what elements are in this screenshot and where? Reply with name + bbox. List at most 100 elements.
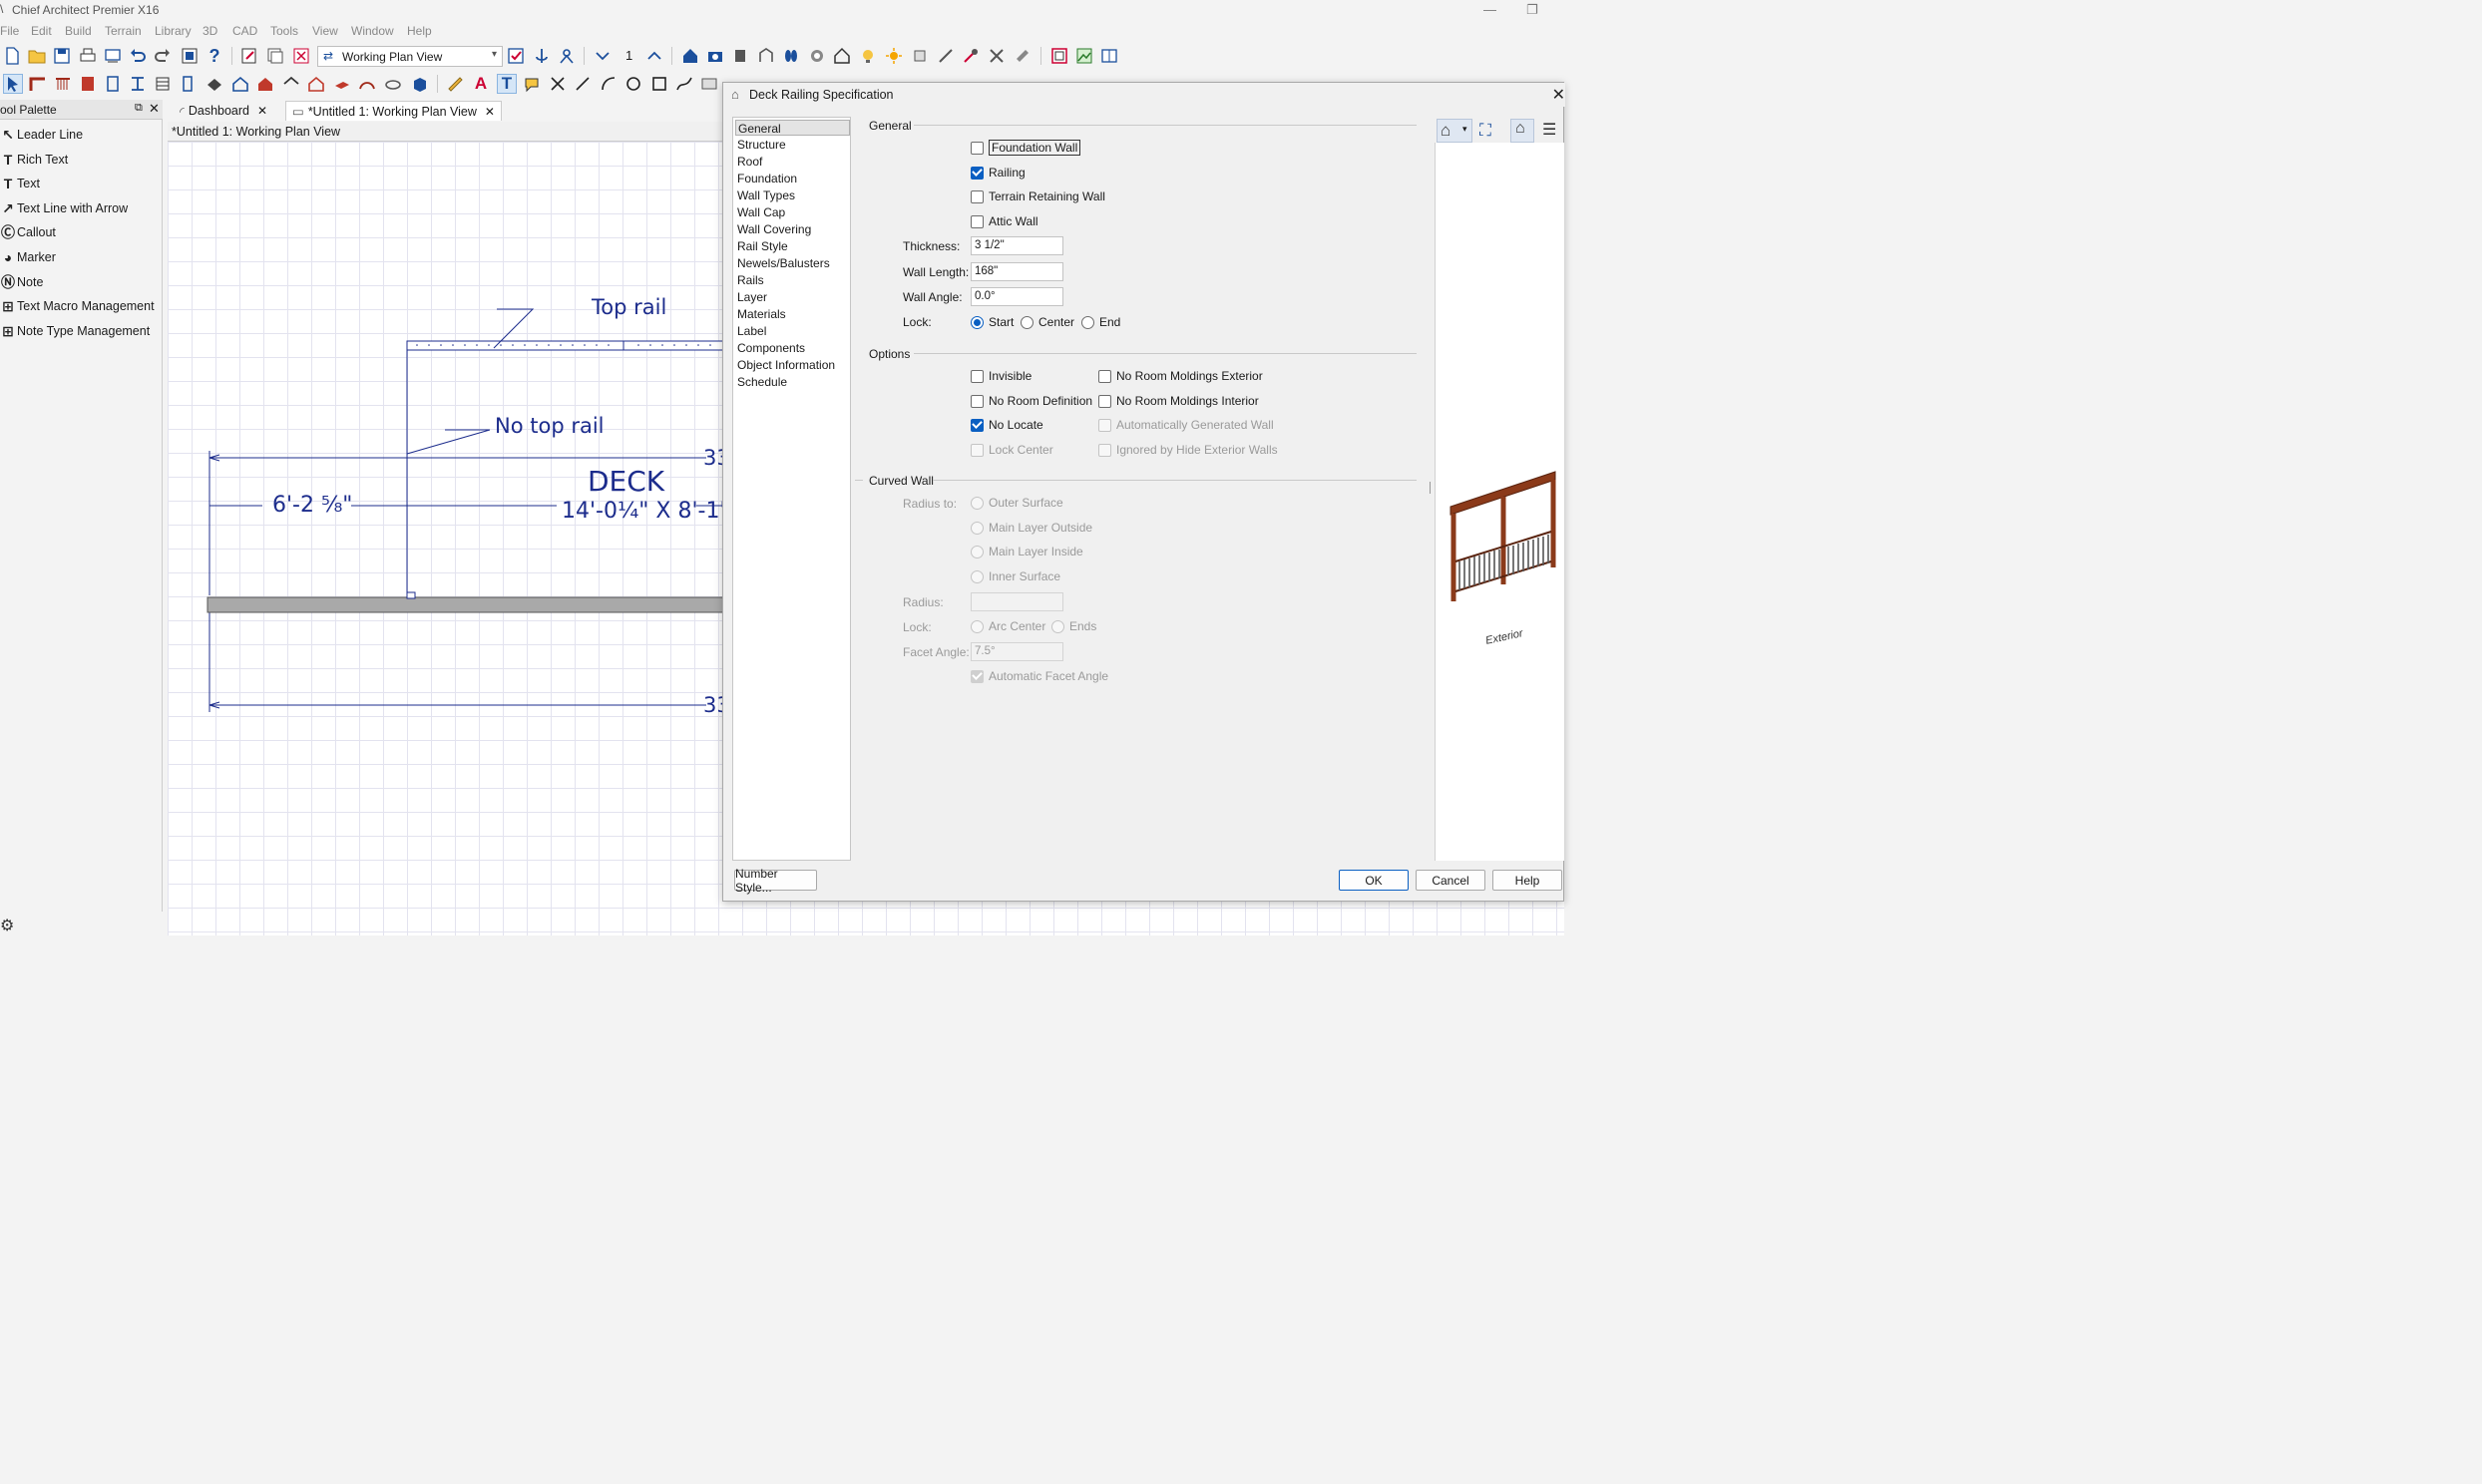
- deck-icon[interactable]: [332, 74, 352, 94]
- nav-newels-balusters[interactable]: Newels/Balusters: [735, 255, 850, 271]
- layout-icon[interactable]: [180, 46, 200, 66]
- print-icon[interactable]: [78, 46, 98, 66]
- nav-layer[interactable]: Layer: [735, 289, 850, 305]
- close-plan-icon[interactable]: [291, 46, 311, 66]
- nav-structure[interactable]: Structure: [735, 137, 850, 153]
- preview-view-button[interactable]: ⌂ ▾: [1437, 119, 1472, 143]
- menu-edit[interactable]: Edit: [31, 24, 52, 38]
- restore-icon[interactable]: ❐: [1526, 2, 1538, 18]
- redo-icon[interactable]: [153, 46, 173, 66]
- callout-tool-icon[interactable]: [522, 74, 542, 94]
- no-room-moldings-exterior-checkbox[interactable]: No Room Moldings Exterior: [1098, 367, 1263, 385]
- landscape-icon[interactable]: [1074, 46, 1094, 66]
- menu-help[interactable]: Help: [407, 24, 432, 38]
- lock-end-radio[interactable]: End: [1081, 313, 1120, 331]
- walkthrough-icon[interactable]: [781, 46, 801, 66]
- lock-start-radio[interactable]: Start: [971, 313, 1014, 331]
- window-icon[interactable]: [128, 74, 148, 94]
- menu-window[interactable]: Window: [351, 24, 394, 38]
- light-icon[interactable]: [858, 46, 878, 66]
- roof-plane-icon[interactable]: [281, 74, 301, 94]
- terrain-retaining-wall-checkbox[interactable]: Terrain Retaining Wall: [971, 187, 1105, 205]
- rectangle-icon[interactable]: [649, 74, 669, 94]
- anchor-icon[interactable]: [532, 46, 552, 66]
- cancel-button[interactable]: Cancel: [1416, 870, 1485, 891]
- palette-item-note[interactable]: Ⓝ Note: [0, 271, 160, 293]
- select-arrow-icon[interactable]: [3, 74, 23, 94]
- spline-icon[interactable]: [674, 74, 694, 94]
- nav-wall-covering[interactable]: Wall Covering: [735, 221, 850, 237]
- nav-object-information[interactable]: Object Information: [735, 357, 850, 373]
- tool-b-icon[interactable]: [936, 46, 956, 66]
- tool-a-icon[interactable]: [910, 46, 930, 66]
- railing-checkbox[interactable]: Railing: [971, 164, 1026, 182]
- home-icon[interactable]: [680, 46, 700, 66]
- palette-item-callout[interactable]: Ⓒ Callout: [0, 221, 160, 243]
- reference-icon[interactable]: [557, 46, 577, 66]
- tool-c-icon[interactable]: [961, 46, 981, 66]
- dormer-icon[interactable]: [306, 74, 326, 94]
- render-icon[interactable]: [807, 46, 827, 66]
- path-icon[interactable]: [383, 74, 403, 94]
- ruler-icon[interactable]: [445, 74, 465, 94]
- house-outline-icon[interactable]: [832, 46, 852, 66]
- plot-icon[interactable]: [103, 46, 123, 66]
- nav-rail-style[interactable]: Rail Style: [735, 238, 850, 254]
- nav-label[interactable]: Label: [735, 323, 850, 339]
- text-tool-icon[interactable]: T: [497, 74, 517, 94]
- palette-item-text[interactable]: T Text: [0, 173, 160, 194]
- preview-camera-button[interactable]: ⌂: [1510, 119, 1534, 143]
- menu-3d[interactable]: 3D: [203, 24, 217, 38]
- help-button[interactable]: Help: [1492, 870, 1562, 891]
- preview-options-icon[interactable]: ☰: [1542, 120, 1556, 140]
- nav-wall-types[interactable]: Wall Types: [735, 187, 850, 203]
- nav-general[interactable]: General: [735, 120, 850, 136]
- lock-center-radio[interactable]: Center: [1021, 313, 1074, 331]
- float-icon[interactable]: ⧉: [135, 102, 143, 115]
- cross-section-icon[interactable]: [756, 46, 776, 66]
- stairs-icon[interactable]: [153, 74, 173, 94]
- ok-button[interactable]: OK: [1339, 870, 1409, 891]
- menu-file[interactable]: File: [0, 24, 19, 38]
- roof-icon[interactable]: [255, 74, 275, 94]
- menu-terrain[interactable]: Terrain: [105, 24, 142, 38]
- no-locate-checkbox[interactable]: No Locate: [971, 416, 1043, 434]
- palette-item-text-line-arrow[interactable]: ↗ Text Line with Arrow: [0, 197, 160, 219]
- terrain-icon[interactable]: [357, 74, 377, 94]
- cad-x-icon[interactable]: [548, 74, 568, 94]
- tab-dashboard[interactable]: ◜ Dashboard ✕: [174, 101, 273, 121]
- nav-components[interactable]: Components: [735, 340, 850, 356]
- menu-build[interactable]: Build: [65, 24, 92, 38]
- wall-length-input[interactable]: 168": [971, 262, 1063, 281]
- save-icon[interactable]: [52, 46, 72, 66]
- cube-icon[interactable]: [409, 74, 429, 94]
- view-select[interactable]: ⇄ Working Plan View ▾: [317, 46, 503, 67]
- close-tab-icon[interactable]: ✕: [257, 104, 267, 118]
- floor-up-icon[interactable]: [644, 46, 664, 66]
- tool-d-icon[interactable]: [987, 46, 1007, 66]
- nav-roof[interactable]: Roof: [735, 154, 850, 170]
- layout-split-icon[interactable]: [1099, 46, 1119, 66]
- image-tool-icon[interactable]: [699, 74, 719, 94]
- palette-item-leader-line[interactable]: ↖ Leader Line: [0, 124, 160, 146]
- no-room-definition-checkbox[interactable]: No Room Definition: [971, 392, 1092, 410]
- menu-view[interactable]: View: [312, 24, 338, 38]
- open-folder-icon[interactable]: [27, 46, 47, 66]
- close-tab-icon[interactable]: ✕: [485, 105, 495, 119]
- new-file-icon[interactable]: [2, 46, 22, 66]
- railing-icon[interactable]: [53, 74, 73, 94]
- menu-tools[interactable]: Tools: [270, 24, 298, 38]
- tool-e-icon[interactable]: [1013, 46, 1033, 66]
- view-check-icon[interactable]: [506, 46, 526, 66]
- cabinet-icon[interactable]: [78, 74, 98, 94]
- palette-item-text-macro[interactable]: ⊞ Text Macro Management: [0, 295, 160, 317]
- foundation-wall-checkbox[interactable]: Foundation Wall: [971, 139, 1081, 157]
- column-icon[interactable]: [178, 74, 198, 94]
- framing-icon[interactable]: [205, 74, 224, 94]
- palette-item-rich-text[interactable]: T Rich Text: [0, 149, 160, 171]
- number-style-button[interactable]: Number Style...: [734, 867, 817, 895]
- palette-item-note-type[interactable]: ⊞ Note Type Management: [0, 320, 160, 342]
- room-icon[interactable]: [230, 74, 250, 94]
- thickness-input[interactable]: 3 1/2": [971, 236, 1063, 255]
- door-icon[interactable]: [103, 74, 123, 94]
